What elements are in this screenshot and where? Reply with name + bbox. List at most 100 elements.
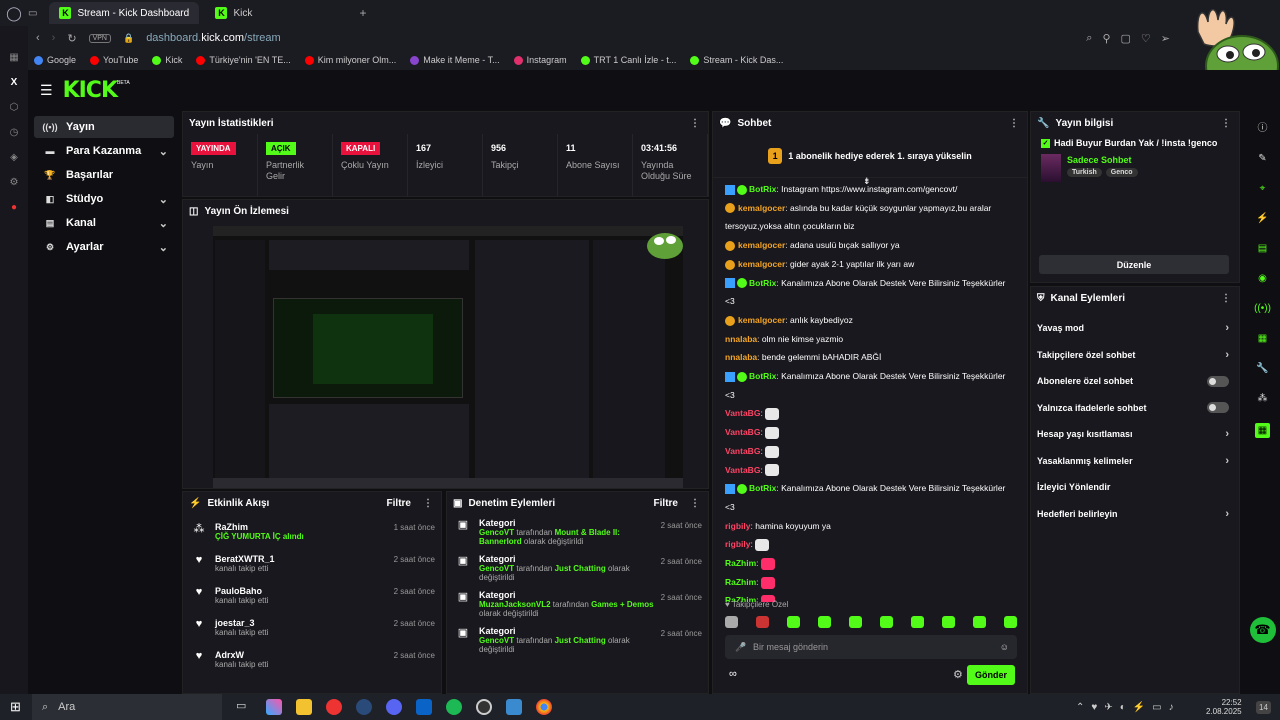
emote-icon[interactable] — [725, 616, 738, 628]
forward-icon[interactable]: › — [52, 32, 56, 44]
tag-genco[interactable]: Genco — [1105, 168, 1138, 177]
bookmark-item[interactable]: Stream - Kick Das... — [690, 55, 783, 65]
toggle-switch[interactable] — [1207, 375, 1229, 387]
channel-action-item[interactable]: Yalnızca ifadelerle sohbet — [1031, 395, 1239, 422]
new-tab-button[interactable]: + — [359, 6, 366, 20]
moderation-filter-button[interactable]: Filtre — [654, 498, 678, 509]
twitter-icon[interactable]: X — [11, 77, 18, 88]
send-icon[interactable]: ➢ — [1161, 32, 1170, 45]
sidebar-item-4[interactable]: ▤ Kanal ⌄ — [34, 212, 174, 234]
outlook-icon[interactable] — [416, 699, 432, 715]
film-icon[interactable]: ▦ — [1254, 423, 1271, 438]
more-options-icon[interactable]: ⋮ — [690, 498, 700, 509]
toggle-switch[interactable] — [1207, 402, 1229, 414]
bookmark-icon[interactable]: ♡ — [1141, 32, 1151, 45]
emote-icon[interactable] — [756, 616, 769, 628]
activity-item[interactable]: ♥ AdrxW kanalı takip etti 2 saat önce — [183, 644, 441, 676]
chat-message[interactable]: kemalgocer: adana usulü bıçak sallıyor y… — [725, 236, 1015, 255]
moderation-item[interactable]: ▣ Kategori MuzanJacksonVL2 tarafından Game… — [447, 586, 708, 622]
chat-input[interactable]: 🎤 Bir mesaj gönderin ☺ — [725, 635, 1017, 659]
zoom-icon[interactable]: ⌕ — [1086, 32, 1092, 45]
back-icon[interactable]: ‹ — [36, 32, 40, 44]
system-tray[interactable]: ⌃♥✈◐⚡▭♪ — [1076, 702, 1181, 713]
emote-icon[interactable] — [1004, 616, 1017, 628]
chat-message[interactable]: BotRix: Kanalımıza Abone Olarak Destek V… — [725, 479, 1015, 516]
settings-icon[interactable]: ⚙ — [10, 177, 19, 188]
opera-gx-icon[interactable] — [326, 699, 342, 715]
steam-icon[interactable] — [356, 699, 372, 715]
taskbar-search[interactable]: ⌕ Ara — [32, 694, 222, 720]
bookmark-item[interactable]: Google — [34, 55, 76, 65]
chat-message[interactable]: nnalaba: bende gelemmi bAHADIR ABĞİ — [725, 348, 1015, 367]
notification-badge[interactable]: 14 — [1256, 700, 1271, 714]
mic-icon[interactable]: 🎤 — [735, 642, 746, 653]
extensions-icon[interactable]: ⬡ — [10, 102, 19, 113]
emote-icon[interactable] — [849, 616, 862, 628]
more-options-icon[interactable]: ⋮ — [1221, 118, 1231, 129]
bolt-icon[interactable]: ⚡ — [1256, 213, 1268, 224]
box-icon[interactable]: ◈ — [10, 152, 18, 163]
chrome-icon[interactable] — [536, 699, 552, 715]
emote-icon[interactable] — [880, 616, 893, 628]
pin-icon[interactable]: ⚲ — [1102, 32, 1110, 45]
pencil-icon[interactable]: ✎ — [1258, 153, 1266, 164]
emoji-icon[interactable]: ☺ — [1000, 642, 1009, 652]
chat-message[interactable]: VantaBG: — [725, 404, 1015, 423]
snapshot-icon[interactable]: ▢ — [1121, 32, 1131, 45]
send-button[interactable]: Gönder — [966, 665, 1015, 685]
chat-message[interactable]: kemalgocer: anlık kaybediyoz — [725, 311, 1015, 330]
chat-message[interactable]: BotRix: Kanalımıza Abone Olarak Destek V… — [725, 367, 1015, 404]
reload-icon[interactable]: ↻ — [67, 32, 76, 45]
opera-logo-icon[interactable]: ◯ — [0, 5, 28, 22]
vpn-badge[interactable]: VPN — [88, 33, 111, 43]
history-icon[interactable]: ◷ — [10, 127, 19, 138]
sidebar-item-3[interactable]: ◧ Stüdyo ⌄ — [34, 188, 174, 210]
target-icon[interactable]: ⌖ — [1260, 183, 1266, 194]
windows-start-icon[interactable]: ⊞ — [10, 699, 21, 715]
record-icon[interactable]: ● — [11, 202, 17, 213]
channel-action-item[interactable]: Yavaş mod › — [1031, 315, 1239, 342]
more-options-icon[interactable]: ⋮ — [1009, 118, 1019, 129]
bookmark-item[interactable]: Kick — [152, 55, 182, 65]
activity-item[interactable]: ♥ PauloBaho kanalı takip etti 2 saat önce — [183, 580, 441, 612]
channel-action-item[interactable]: Abonelere özel sohbet — [1031, 368, 1239, 395]
chat-message[interactable]: RaZhim: — [725, 554, 1015, 573]
tab-kick[interactable]: K Kick — [205, 2, 355, 24]
discord-icon[interactable] — [386, 699, 402, 715]
copilot-icon[interactable] — [266, 699, 282, 715]
chat-message[interactable]: BotRix: Kanalımıza Abone Olarak Destek V… — [725, 274, 1015, 311]
more-options-icon[interactable]: ⋮ — [690, 118, 700, 129]
sidebar-item-5[interactable]: ⚙ Ayarlar ⌄ — [34, 236, 174, 258]
speed-dial-icon[interactable]: ▦ — [9, 52, 18, 63]
obs-icon[interactable] — [476, 699, 492, 715]
info-icon[interactable]: ⓘ — [1258, 119, 1268, 134]
channel-action-item[interactable]: Hedefleri belirleyin › — [1031, 501, 1239, 528]
support-icon[interactable]: ☎ — [1249, 617, 1276, 643]
sidebar-item-2[interactable]: 🏆 Başarılar — [34, 164, 174, 186]
activity-filter-button[interactable]: Filtre — [387, 498, 411, 509]
chat-bubble-icon[interactable]: ◉ — [1258, 273, 1267, 284]
emote-icon[interactable] — [787, 616, 800, 628]
stream-preview-video[interactable] — [213, 226, 683, 488]
channel-action-item[interactable]: Hesap yaşı kısıtlaması › — [1031, 421, 1239, 448]
task-view-icon[interactable]: ▭ — [236, 699, 252, 715]
channel-action-item[interactable]: İzleyici Yönlendir — [1031, 474, 1239, 501]
scroll-down-icon[interactable]: ⇟ — [863, 176, 871, 187]
activity-item[interactable]: ♥ joestar_3 kanalı takip etti 2 saat önce — [183, 612, 441, 644]
app-icon[interactable] — [506, 699, 522, 715]
chat-settings-icon[interactable]: ⚙ — [953, 668, 963, 681]
broadcast-icon[interactable]: ((•)) — [1254, 303, 1271, 314]
chat-message[interactable]: rigbily: — [725, 535, 1015, 554]
clock[interactable]: 22:52 2.08.2025 — [1206, 698, 1242, 716]
activity-item[interactable]: ⁂ RaZhim ÇİĞ YUMURTA İÇ alındı 1 saat önce — [183, 516, 441, 548]
moderation-item[interactable]: ▣ Kategori GencoVT tarafından Just Chattin… — [447, 622, 708, 658]
chat-message[interactable]: VantaBG: — [725, 423, 1015, 442]
chat-message[interactable]: nnalaba: olm nie kimse yazmio — [725, 330, 1015, 349]
chat-message[interactable]: VantaBG: — [725, 461, 1015, 480]
pinned-message[interactable]: 1 1 abonelik hediye ederek 1. sıraya yük… — [713, 134, 1027, 178]
file-explorer-icon[interactable] — [296, 699, 312, 715]
bookmark-item[interactable]: Türkiye'nin 'EN TE... — [196, 55, 291, 65]
emote-icon[interactable] — [818, 616, 831, 628]
sidebar-item-1[interactable]: ▬ Para Kazanma ⌄ — [34, 140, 174, 162]
bookmark-item[interactable]: YouTube — [90, 55, 138, 65]
